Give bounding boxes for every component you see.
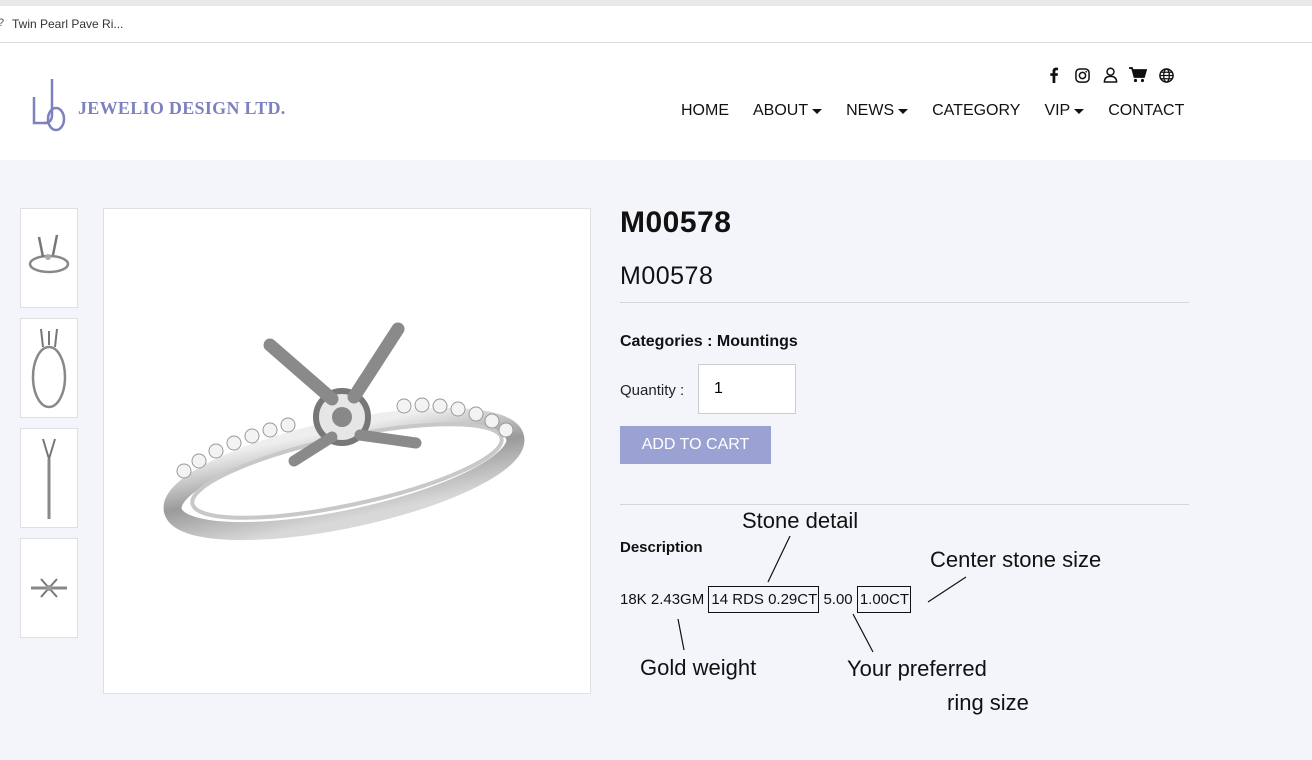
annotation-lines [677, 535, 967, 653]
